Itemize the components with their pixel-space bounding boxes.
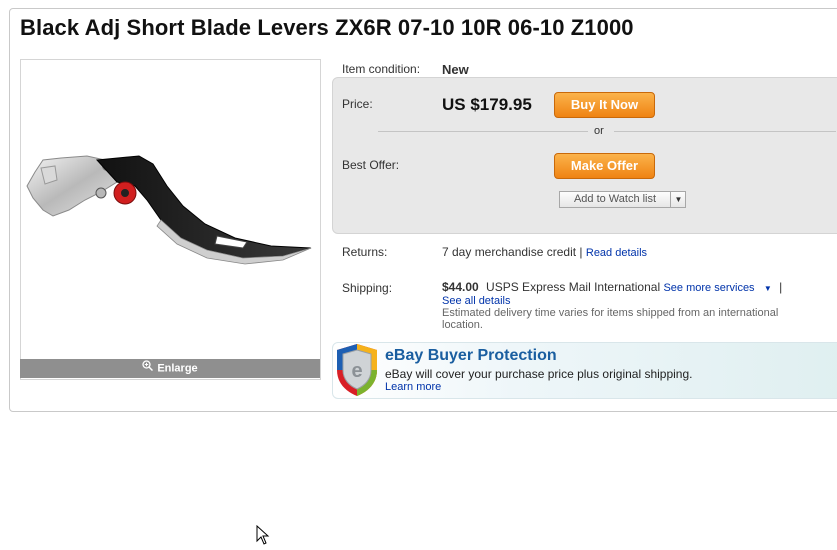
shield-icon: e: [333, 342, 381, 403]
magnifier-icon: [142, 359, 154, 378]
returns-label: Returns:: [342, 245, 388, 259]
shipping-cost: $44.00: [442, 280, 479, 294]
add-to-watch-list-button[interactable]: Add to Watch list: [560, 192, 670, 207]
condition-label: Item condition:: [342, 62, 421, 76]
watch-list-control[interactable]: Add to Watch list ▼: [559, 191, 686, 208]
make-offer-button[interactable]: Make Offer: [554, 153, 655, 179]
returns-value: 7 day merchandise credit | Read details: [442, 245, 647, 259]
shipping-separator: |: [779, 280, 783, 294]
price-value: US $179.95: [442, 95, 532, 114]
price-label: Price:: [342, 97, 373, 111]
enlarge-button[interactable]: Enlarge: [20, 359, 320, 378]
lever-image: [26, 155, 312, 265]
see-all-details-link[interactable]: See all details: [442, 295, 511, 307]
divider-right: [614, 131, 836, 132]
shipping-value: $44.00 USPS Express Mail International S…: [442, 280, 782, 294]
delivery-note-line1: Estimated delivery time varies for items…: [442, 307, 779, 319]
item-title: Black Adj Short Blade Levers ZX6R 07-10 …: [20, 15, 634, 40]
svg-text:e: e: [351, 360, 362, 382]
chevron-down-icon[interactable]: ▼: [764, 284, 772, 293]
condition-value: New: [442, 62, 469, 77]
shipping-label: Shipping:: [342, 281, 393, 295]
chevron-down-icon[interactable]: ▼: [670, 192, 686, 207]
or-text: or: [594, 125, 604, 137]
buyer-protection-text: eBay will cover your purchase price plus…: [385, 367, 693, 381]
mouse-cursor-icon: [256, 524, 270, 550]
enlarge-label: Enlarge: [157, 362, 198, 375]
learn-more-link[interactable]: Learn more: [385, 381, 441, 393]
best-offer-label: Best Offer:: [342, 158, 400, 172]
read-details-link[interactable]: Read details: [586, 247, 647, 259]
shipping-service: USPS Express Mail International: [486, 280, 661, 294]
buy-it-now-button[interactable]: Buy It Now: [554, 92, 655, 118]
buyer-protection-title: eBay Buyer Protection: [385, 347, 557, 364]
product-image[interactable]: [20, 59, 321, 380]
divider-left: [378, 131, 588, 132]
see-more-services-link[interactable]: See more services: [663, 282, 754, 294]
delivery-note-line2: location.: [442, 319, 483, 331]
returns-text: 7 day merchandise credit |: [442, 245, 583, 259]
